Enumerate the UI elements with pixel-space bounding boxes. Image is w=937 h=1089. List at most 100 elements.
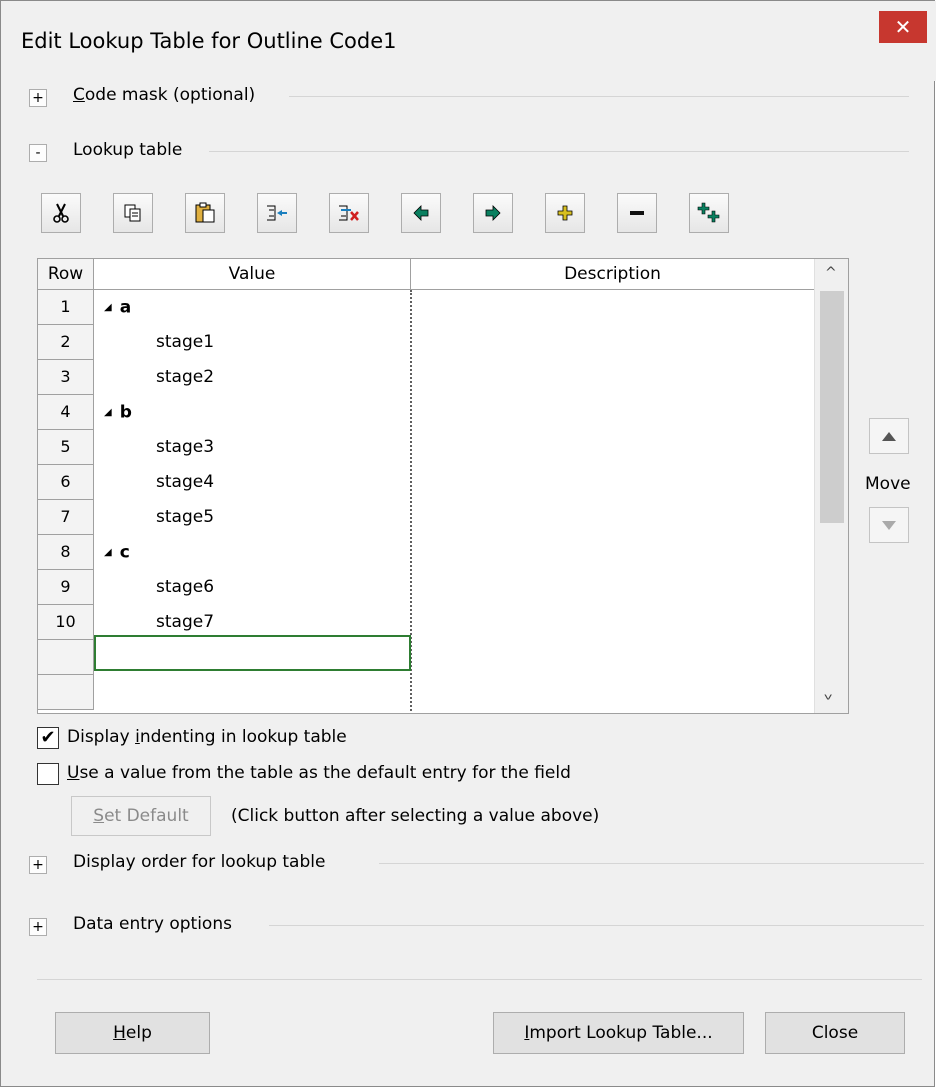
- value-text: stage5: [156, 507, 215, 527]
- row-number[interactable]: 8: [38, 535, 94, 570]
- table-row[interactable]: stage2: [94, 360, 411, 395]
- table-row[interactable]: stage6: [94, 570, 411, 605]
- display-indenting-label[interactable]: Display indenting in lookup table: [67, 727, 347, 747]
- move-up-button[interactable]: [869, 418, 909, 454]
- vertical-scrollbar[interactable]: ^ v: [814, 259, 848, 713]
- row-number[interactable]: 10: [38, 605, 94, 640]
- value-text: c: [119, 542, 130, 563]
- value-text: stage4: [156, 472, 215, 492]
- set-default-button[interactable]: Set Default: [71, 796, 211, 836]
- lookup-table-grid[interactable]: Row Value Description ^ v 1 ◢ a 2 stage1 3 sta…: [37, 258, 849, 714]
- insert-row-button[interactable]: [257, 193, 297, 233]
- indent-icon: [485, 205, 501, 221]
- title-bar[interactable]: Edit Lookup Table for Outline Code1 ✕: [1, 1, 936, 81]
- lookup-table-section: - Lookup table: [29, 140, 909, 168]
- expand-all-icon: [697, 202, 720, 223]
- help-button[interactable]: Help: [55, 1012, 210, 1054]
- section-divider: [379, 863, 924, 864]
- value-text: stage6: [156, 577, 215, 597]
- table-row[interactable]: ◢ a: [94, 290, 411, 325]
- display-order-section: + Display order for lookup table: [29, 852, 924, 880]
- outdent-icon: [413, 205, 429, 221]
- set-default-hint: (Click button after selecting a value ab…: [231, 806, 600, 826]
- display-indenting-checkbox[interactable]: ✔: [37, 727, 59, 749]
- triangle-up-icon: [882, 431, 896, 441]
- row-number[interactable]: 7: [38, 500, 94, 535]
- data-entry-expand-button[interactable]: +: [29, 918, 47, 936]
- collapse-button[interactable]: [617, 193, 657, 233]
- window-title: Edit Lookup Table for Outline Code1: [21, 29, 397, 53]
- data-entry-label[interactable]: Data entry options: [73, 914, 240, 934]
- move-label: Move: [865, 474, 911, 494]
- insert-row-icon: [267, 205, 287, 221]
- delete-row-icon: [339, 205, 359, 221]
- use-default-label[interactable]: Use a value from the table as the defaul…: [67, 763, 571, 783]
- expand-button[interactable]: [545, 193, 585, 233]
- row-number[interactable]: 1: [38, 290, 94, 325]
- value-text: stage3: [156, 437, 215, 457]
- delete-row-button[interactable]: [329, 193, 369, 233]
- row-number[interactable]: 9: [38, 570, 94, 605]
- table-row[interactable]: ◢ b: [94, 395, 411, 430]
- table-row[interactable]: stage3: [94, 430, 411, 465]
- table-row[interactable]: stage1: [94, 325, 411, 360]
- collapse-triangle-icon[interactable]: ◢: [104, 407, 112, 418]
- column-header-row: Row: [38, 259, 94, 290]
- edit-lookup-table-dialog: Edit Lookup Table for Outline Code1 ✕ + …: [0, 0, 936, 1087]
- collapse-triangle-icon[interactable]: ◢: [104, 302, 112, 313]
- display-order-label[interactable]: Display order for lookup table: [73, 852, 334, 872]
- cut-button[interactable]: [41, 193, 81, 233]
- import-lookup-table-button[interactable]: Import Lookup Table...: [493, 1012, 744, 1054]
- row-number[interactable]: 5: [38, 430, 94, 465]
- data-entry-section: + Data entry options: [29, 914, 924, 942]
- lookup-table-label[interactable]: Lookup table: [73, 140, 191, 160]
- column-header-description[interactable]: Description: [411, 259, 814, 290]
- row-number-empty[interactable]: [38, 675, 94, 710]
- row-number[interactable]: 2: [38, 325, 94, 360]
- indent-button[interactable]: [473, 193, 513, 233]
- value-edit-cell[interactable]: [94, 635, 411, 671]
- scroll-thumb[interactable]: [820, 291, 844, 523]
- copy-button[interactable]: [113, 193, 153, 233]
- code-mask-expand-button[interactable]: +: [29, 89, 47, 107]
- scroll-down-icon[interactable]: v: [824, 692, 832, 702]
- cut-icon: [53, 203, 69, 223]
- row-number-empty[interactable]: [38, 640, 94, 675]
- value-text: b: [119, 402, 132, 423]
- expand-all-button[interactable]: [689, 193, 729, 233]
- expand-icon: [557, 205, 573, 221]
- code-mask-section: + Code mask (optional): [29, 85, 909, 113]
- table-row[interactable]: stage5: [94, 500, 411, 535]
- collapse-triangle-icon[interactable]: ◢: [104, 547, 112, 558]
- section-divider: [289, 96, 909, 97]
- use-default-checkbox[interactable]: [37, 763, 59, 785]
- lookup-table-collapse-button[interactable]: -: [29, 144, 47, 162]
- section-divider: [269, 925, 924, 926]
- close-window-button[interactable]: ✕: [879, 11, 927, 43]
- close-icon: ✕: [894, 15, 912, 39]
- paste-icon: [195, 202, 215, 223]
- table-row[interactable]: stage4: [94, 465, 411, 500]
- value-text: stage2: [156, 367, 215, 387]
- section-divider: [209, 151, 909, 152]
- row-number[interactable]: 4: [38, 395, 94, 430]
- outdent-button[interactable]: [401, 193, 441, 233]
- copy-icon: [124, 204, 141, 222]
- footer-divider: [37, 979, 922, 980]
- close-button[interactable]: Close: [765, 1012, 905, 1054]
- row-number[interactable]: 6: [38, 465, 94, 500]
- code-mask-label[interactable]: Code mask (optional): [73, 85, 264, 105]
- table-row[interactable]: stage7: [94, 605, 411, 640]
- row-number[interactable]: 3: [38, 360, 94, 395]
- scroll-up-icon[interactable]: ^: [825, 265, 837, 281]
- display-order-expand-button[interactable]: +: [29, 856, 47, 874]
- value-text: stage1: [156, 332, 215, 352]
- value-text: stage7: [156, 612, 215, 632]
- column-header-value[interactable]: Value: [94, 259, 411, 290]
- collapse-icon: [630, 211, 644, 215]
- table-row[interactable]: ◢ c: [94, 535, 411, 570]
- move-down-button[interactable]: [869, 507, 909, 543]
- value-text: a: [119, 297, 132, 318]
- paste-button[interactable]: [185, 193, 225, 233]
- triangle-down-icon: [882, 520, 896, 530]
